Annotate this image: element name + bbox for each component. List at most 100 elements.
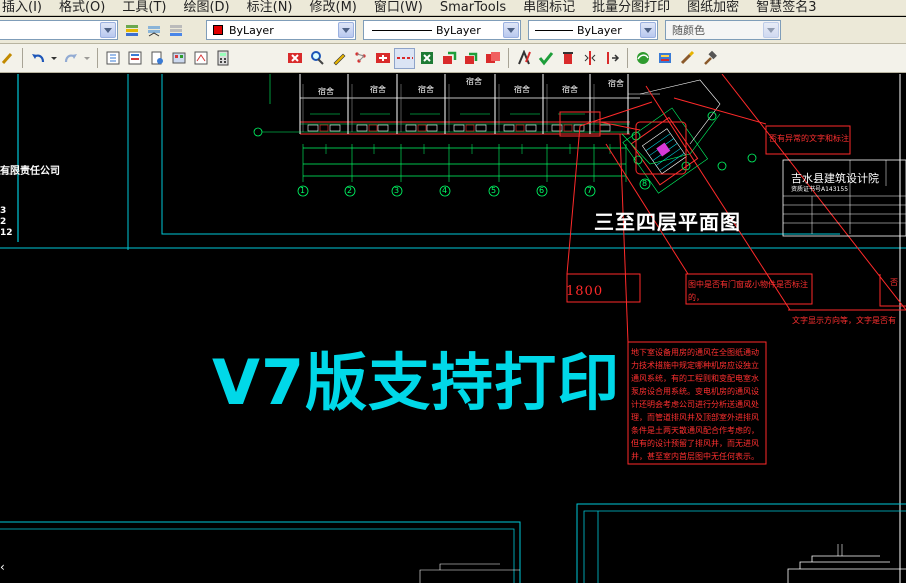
line-sample-icon — [372, 29, 432, 31]
room-label: 宿舍 — [418, 85, 434, 94]
layer-match-icon[interactable] — [165, 20, 186, 41]
company-name-fragment: 有限责任公司 — [0, 166, 60, 177]
plotstyle-combo-value: 随颜色 — [672, 24, 705, 37]
lineweight-combo-value: ByLayer — [577, 23, 622, 37]
menu-tools[interactable]: 工具(T) — [114, 1, 175, 15]
menu-dimension[interactable]: 标注(N) — [239, 1, 302, 15]
color-combo[interactable]: ByLayer — [206, 20, 356, 40]
left-fragment-number: 2 — [0, 217, 7, 227]
match-properties-icon[interactable] — [0, 48, 17, 69]
color-swatch-icon — [213, 25, 223, 35]
menu-drawing-encrypt[interactable]: 图纸加密 — [679, 1, 748, 15]
left-fragment: 3 2 12 — [0, 206, 13, 239]
menu-smart-signature[interactable]: 智慧签名3 — [748, 1, 825, 15]
hammer-icon[interactable] — [698, 48, 719, 69]
chevron-down-icon[interactable] — [503, 22, 519, 38]
toolbar-separator — [97, 48, 98, 68]
lineweight-combo[interactable]: ByLayer — [528, 20, 658, 40]
undo-icon[interactable] — [27, 48, 48, 69]
menu-draw[interactable]: 绘图(D) — [175, 1, 238, 15]
room-label: 宿舍 — [514, 85, 530, 94]
axis-label: 7 — [587, 186, 593, 195]
scroll-left-arrow-icon[interactable]: ‹ — [0, 560, 5, 574]
left-fragment-number: 3 — [0, 206, 7, 216]
chevron-down-icon[interactable] — [100, 22, 116, 38]
text-edit-icon[interactable] — [513, 48, 534, 69]
menu-bar: 插入(I) 格式(O) 工具(T) 绘图(D) 标注(N) 修改(M) 窗口(W) SmarT… — [0, 0, 906, 16]
undo-dropdown-icon[interactable] — [49, 48, 59, 69]
mirror-icon[interactable] — [579, 48, 600, 69]
explode-icon[interactable] — [372, 48, 393, 69]
properties-toolbar: ByLayer ByLayer ByLayer 随颜色 — [0, 17, 906, 44]
menu-insert[interactable]: 插入(I) — [0, 1, 51, 15]
room-label: 宿舍 — [608, 79, 624, 88]
copy-red-icon[interactable] — [482, 48, 503, 69]
axis-label: 4 — [442, 186, 448, 195]
brush-icon[interactable] — [676, 48, 697, 69]
dashed-line-icon[interactable] — [394, 47, 415, 69]
tool-palettes-icon[interactable] — [168, 48, 189, 69]
room-label: 宿舍 — [562, 85, 578, 94]
menu-modify[interactable]: 修改(M) — [302, 1, 366, 15]
redo-icon[interactable] — [60, 48, 81, 69]
axis-label: 3 — [394, 186, 400, 195]
stretch-icon[interactable] — [601, 48, 622, 69]
room-label: 宿舍 — [318, 87, 334, 96]
delete-cross-icon[interactable] — [284, 48, 305, 69]
plotstyle-combo[interactable]: 随颜色 — [665, 20, 781, 40]
layer-states-icon[interactable] — [121, 20, 142, 41]
export-excel-icon[interactable] — [416, 48, 437, 69]
color-combo-value: ByLayer — [229, 23, 274, 37]
axis-label: 8 — [642, 179, 648, 188]
linetype-combo-value: ByLayer — [436, 23, 481, 37]
toolbar-separator — [627, 48, 628, 68]
layer-combo[interactable] — [0, 20, 118, 40]
axis-label: 5 — [491, 186, 497, 195]
standard-toolbar — [0, 44, 906, 73]
room-label: 宿舍 — [466, 77, 482, 86]
properties-icon[interactable] — [124, 48, 145, 69]
menu-window[interactable]: 窗口(W) — [366, 1, 432, 15]
annotation-note: 文字显示方向等，文字是否有 — [792, 316, 896, 325]
pencil-icon[interactable] — [328, 48, 349, 69]
find-icon[interactable] — [306, 48, 327, 69]
linetype-combo[interactable]: ByLayer — [363, 20, 521, 40]
toolbar-separator — [508, 48, 509, 68]
chevron-down-icon[interactable] — [338, 22, 354, 38]
toolbar-separator — [22, 48, 23, 68]
check-icon[interactable] — [535, 48, 556, 69]
plan-title: 三至四层平面图 — [594, 210, 741, 234]
left-fragment-number: 12 — [0, 228, 13, 238]
calculator-icon[interactable] — [212, 48, 233, 69]
drawing-canvas[interactable]: 宿舍 宿舍 宿舍 宿舍 宿舍 宿舍 宿舍 1 2 3 4 5 6 7 8 三至四… — [0, 74, 906, 583]
drawing-linework — [0, 74, 906, 583]
trash-icon[interactable] — [557, 48, 578, 69]
axis-label: 2 — [347, 186, 353, 195]
menu-batch-print[interactable]: 批量分图打印 — [584, 1, 679, 15]
menu-format[interactable]: 格式(O) — [51, 1, 114, 15]
annotation-note: 图中是否有门窗或小物件是否标注的， — [688, 280, 808, 302]
chevron-down-icon[interactable] — [640, 22, 656, 38]
design-center-icon[interactable] — [146, 48, 167, 69]
book-icon[interactable] — [654, 48, 675, 69]
rotate-green-icon[interactable] — [438, 48, 459, 69]
main-caption: V7版支持打印 — [212, 346, 621, 419]
chevron-down-icon[interactable] — [763, 22, 779, 38]
room-label: 宿舍 — [370, 85, 386, 94]
menu-drawing-mark[interactable]: 串图标记 — [515, 1, 584, 15]
move-green-icon[interactable] — [460, 48, 481, 69]
line-sample-icon — [535, 29, 573, 31]
annotation-note: 否有异常的文字和标注 — [769, 134, 849, 143]
redo-dropdown-icon[interactable] — [82, 48, 92, 69]
sheet-set-icon[interactable] — [190, 48, 211, 69]
scatter-icon[interactable] — [350, 48, 371, 69]
annotation-note: 地下室设备用房的通风在全图纸通动力技术措施中规定哪种机房应设独立通风系统，有的工… — [631, 348, 759, 461]
menu-smartools[interactable]: SmarTools — [432, 1, 515, 15]
browser-icon[interactable] — [632, 48, 653, 69]
axis-label: 6 — [539, 186, 545, 195]
layer-previous-icon[interactable] — [143, 20, 164, 41]
axis-label: 1 — [300, 186, 306, 195]
annotation-note: 否 — [890, 278, 898, 287]
institute-subtitle: 资质证书号A143155 — [791, 186, 849, 193]
pan-icon[interactable] — [102, 48, 123, 69]
